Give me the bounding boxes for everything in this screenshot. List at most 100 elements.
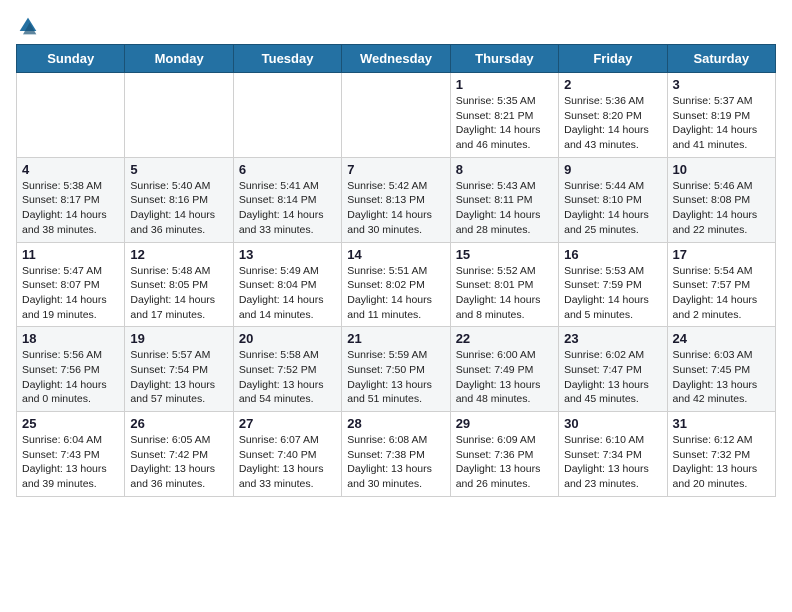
day-number: 29 [456, 416, 553, 431]
day-number: 31 [673, 416, 770, 431]
day-number: 23 [564, 331, 661, 346]
day-info: Sunrise: 6:05 AMSunset: 7:42 PMDaylight:… [130, 433, 227, 492]
calendar-cell: 23 Sunrise: 6:02 AMSunset: 7:47 PMDayligh… [559, 327, 667, 412]
calendar-cell: 18 Sunrise: 5:56 AMSunset: 7:56 PMDayligh… [17, 327, 125, 412]
calendar-weekday-saturday: Saturday [667, 45, 775, 73]
calendar-cell: 30Sunrise: 6:10 AMSunset: 7:34 PMDayligh… [559, 412, 667, 497]
day-number: 11 [22, 247, 119, 262]
calendar-cell: 13 Sunrise: 5:49 AMSunset: 8:04 PMDayligh… [233, 242, 341, 327]
day-info: Sunrise: 5:59 AMSunset: 7:50 PMDaylight:… [347, 348, 444, 407]
day-info: Sunrise: 5:46 AMSunset: 8:08 PMDaylight:… [673, 179, 770, 238]
calendar-cell: 2 Sunrise: 5:36 AMSunset: 8:20 PMDaylight… [559, 73, 667, 158]
day-info: Sunrise: 6:09 AMSunset: 7:36 PMDaylight:… [456, 433, 553, 492]
day-number: 15 [456, 247, 553, 262]
calendar-cell: 6 Sunrise: 5:41 AMSunset: 8:14 PMDaylight… [233, 157, 341, 242]
day-number: 7 [347, 162, 444, 177]
calendar-weekday-monday: Monday [125, 45, 233, 73]
day-number: 9 [564, 162, 661, 177]
calendar-weekday-wednesday: Wednesday [342, 45, 450, 73]
day-number: 13 [239, 247, 336, 262]
day-info: Sunrise: 6:02 AMSunset: 7:47 PMDaylight:… [564, 348, 661, 407]
calendar-cell: 4Sunrise: 5:38 AMSunset: 8:17 PMDaylight… [17, 157, 125, 242]
day-number: 2 [564, 77, 661, 92]
calendar-cell: 21 Sunrise: 5:59 AMSunset: 7:50 PMDayligh… [342, 327, 450, 412]
day-info: Sunrise: 6:07 AMSunset: 7:40 PMDaylight:… [239, 433, 336, 492]
calendar-cell: 16 Sunrise: 5:53 AMSunset: 7:59 PMDayligh… [559, 242, 667, 327]
day-info: Sunrise: 6:00 AMSunset: 7:49 PMDaylight:… [456, 348, 553, 407]
calendar-week-row-3: 11 Sunrise: 5:47 AMSunset: 8:07 PMDayligh… [17, 242, 776, 327]
day-number: 10 [673, 162, 770, 177]
day-info: Sunrise: 5:40 AMSunset: 8:16 PMDaylight:… [130, 179, 227, 238]
day-number: 28 [347, 416, 444, 431]
calendar-cell: 29 Sunrise: 6:09 AMSunset: 7:36 PMDayligh… [450, 412, 558, 497]
day-info: Sunrise: 5:36 AMSunset: 8:20 PMDaylight:… [564, 94, 661, 153]
calendar-cell: 9 Sunrise: 5:44 AMSunset: 8:10 PMDaylight… [559, 157, 667, 242]
calendar-cell: 12 Sunrise: 5:48 AMSunset: 8:05 PMDayligh… [125, 242, 233, 327]
calendar-cell: 20 Sunrise: 5:58 AMSunset: 7:52 PMDayligh… [233, 327, 341, 412]
calendar-cell: 14Sunrise: 5:51 AMSunset: 8:02 PMDayligh… [342, 242, 450, 327]
day-info: Sunrise: 6:12 AMSunset: 7:32 PMDaylight:… [673, 433, 770, 492]
day-info: Sunrise: 6:03 AMSunset: 7:45 PMDaylight:… [673, 348, 770, 407]
day-info: Sunrise: 5:37 AMSunset: 8:19 PMDaylight:… [673, 94, 770, 153]
day-number: 5 [130, 162, 227, 177]
day-number: 26 [130, 416, 227, 431]
day-number: 6 [239, 162, 336, 177]
day-number: 1 [456, 77, 553, 92]
calendar-weekday-sunday: Sunday [17, 45, 125, 73]
calendar-cell: 5 Sunrise: 5:40 AMSunset: 8:16 PMDaylight… [125, 157, 233, 242]
calendar-cell: 17 Sunrise: 5:54 AMSunset: 7:57 PMDayligh… [667, 242, 775, 327]
day-number: 3 [673, 77, 770, 92]
day-number: 18 [22, 331, 119, 346]
calendar-cell [342, 73, 450, 158]
logo-icon [18, 16, 38, 36]
calendar-cell: 27 Sunrise: 6:07 AMSunset: 7:40 PMDayligh… [233, 412, 341, 497]
calendar-cell: 26 Sunrise: 6:05 AMSunset: 7:42 PMDayligh… [125, 412, 233, 497]
day-number: 27 [239, 416, 336, 431]
day-info: Sunrise: 5:38 AMSunset: 8:17 PMDaylight:… [22, 179, 119, 238]
calendar-cell: 22 Sunrise: 6:00 AMSunset: 7:49 PMDayligh… [450, 327, 558, 412]
day-info: Sunrise: 5:58 AMSunset: 7:52 PMDaylight:… [239, 348, 336, 407]
calendar-table: SundayMondayTuesdayWednesdayThursdayFrid… [16, 44, 776, 497]
day-info: Sunrise: 5:48 AMSunset: 8:05 PMDaylight:… [130, 264, 227, 323]
day-info: Sunrise: 5:49 AMSunset: 8:04 PMDaylight:… [239, 264, 336, 323]
day-info: Sunrise: 6:08 AMSunset: 7:38 PMDaylight:… [347, 433, 444, 492]
calendar-cell: 19Sunrise: 5:57 AMSunset: 7:54 PMDayligh… [125, 327, 233, 412]
calendar-weekday-tuesday: Tuesday [233, 45, 341, 73]
calendar-cell [125, 73, 233, 158]
day-info: Sunrise: 5:56 AMSunset: 7:56 PMDaylight:… [22, 348, 119, 407]
day-info: Sunrise: 5:35 AMSunset: 8:21 PMDaylight:… [456, 94, 553, 153]
calendar-header-row: SundayMondayTuesdayWednesdayThursdayFrid… [17, 45, 776, 73]
day-info: Sunrise: 6:04 AMSunset: 7:43 PMDaylight:… [22, 433, 119, 492]
day-info: Sunrise: 5:47 AMSunset: 8:07 PMDaylight:… [22, 264, 119, 323]
day-number: 16 [564, 247, 661, 262]
day-number: 12 [130, 247, 227, 262]
day-number: 14 [347, 247, 444, 262]
calendar-cell: 28 Sunrise: 6:08 AMSunset: 7:38 PMDayligh… [342, 412, 450, 497]
calendar-cell: 15Sunrise: 5:52 AMSunset: 8:01 PMDayligh… [450, 242, 558, 327]
calendar-week-row-4: 18 Sunrise: 5:56 AMSunset: 7:56 PMDayligh… [17, 327, 776, 412]
header [16, 16, 776, 36]
day-number: 25 [22, 416, 119, 431]
day-info: Sunrise: 5:53 AMSunset: 7:59 PMDaylight:… [564, 264, 661, 323]
calendar-week-row-1: 1 Sunrise: 5:35 AMSunset: 8:21 PMDaylight… [17, 73, 776, 158]
day-number: 22 [456, 331, 553, 346]
day-info: Sunrise: 5:44 AMSunset: 8:10 PMDaylight:… [564, 179, 661, 238]
day-info: Sunrise: 5:43 AMSunset: 8:11 PMDaylight:… [456, 179, 553, 238]
day-number: 17 [673, 247, 770, 262]
day-number: 20 [239, 331, 336, 346]
calendar-cell: 8 Sunrise: 5:43 AMSunset: 8:11 PMDaylight… [450, 157, 558, 242]
calendar-week-row-2: 4Sunrise: 5:38 AMSunset: 8:17 PMDaylight… [17, 157, 776, 242]
calendar-cell: 24 Sunrise: 6:03 AMSunset: 7:45 PMDayligh… [667, 327, 775, 412]
calendar-cell: 31 Sunrise: 6:12 AMSunset: 7:32 PMDayligh… [667, 412, 775, 497]
day-number: 8 [456, 162, 553, 177]
day-info: Sunrise: 5:42 AMSunset: 8:13 PMDaylight:… [347, 179, 444, 238]
day-info: Sunrise: 5:41 AMSunset: 8:14 PMDaylight:… [239, 179, 336, 238]
day-number: 24 [673, 331, 770, 346]
calendar-cell: 10 Sunrise: 5:46 AMSunset: 8:08 PMDayligh… [667, 157, 775, 242]
day-number: 21 [347, 331, 444, 346]
calendar-week-row-5: 25 Sunrise: 6:04 AMSunset: 7:43 PMDayligh… [17, 412, 776, 497]
calendar-cell: 7 Sunrise: 5:42 AMSunset: 8:13 PMDaylight… [342, 157, 450, 242]
day-info: Sunrise: 5:54 AMSunset: 7:57 PMDaylight:… [673, 264, 770, 323]
calendar-weekday-thursday: Thursday [450, 45, 558, 73]
calendar-weekday-friday: Friday [559, 45, 667, 73]
